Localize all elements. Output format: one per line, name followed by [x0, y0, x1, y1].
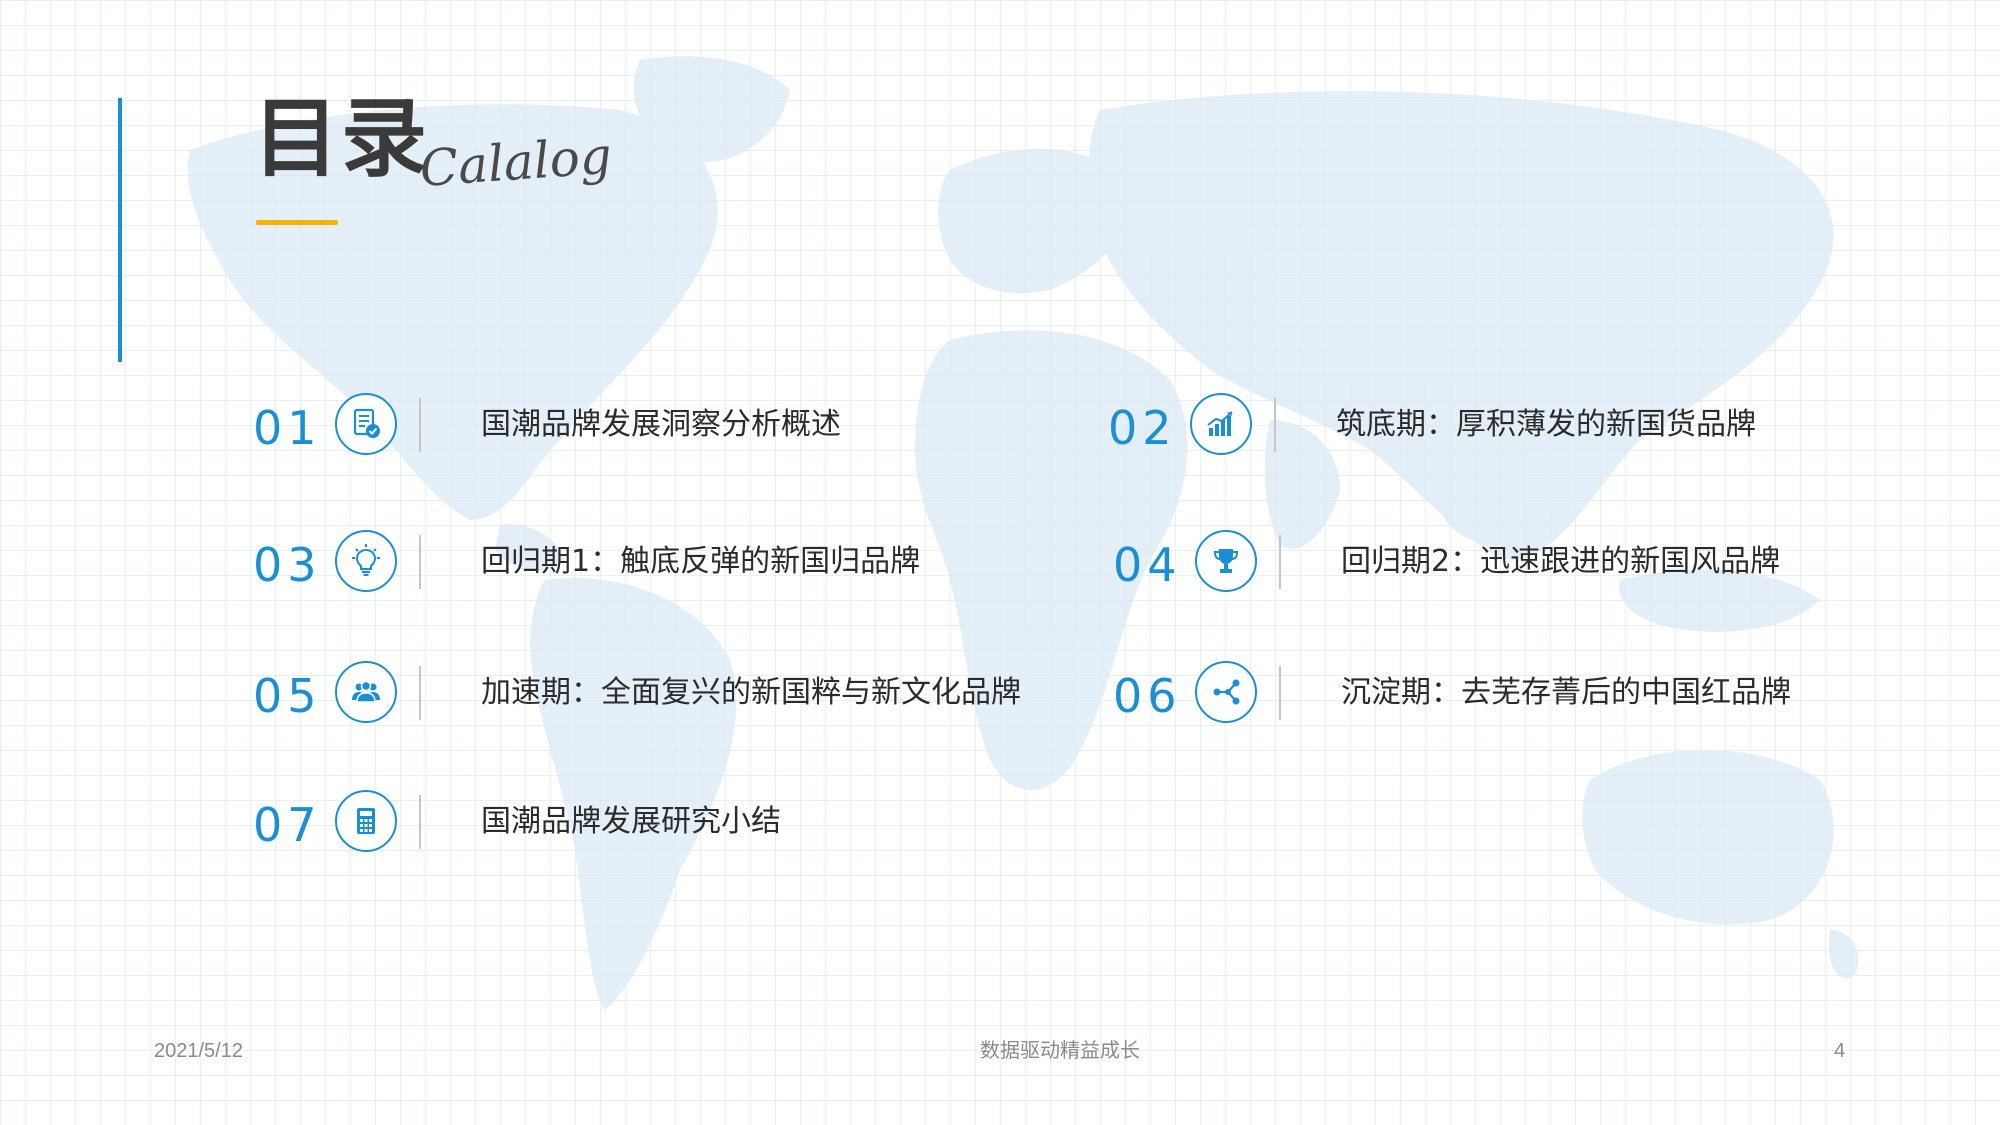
item-label: 国潮品牌发展洞察分析概述 [481, 407, 841, 442]
item-divider [419, 535, 421, 589]
item-number: 05 [253, 669, 322, 723]
growth-chart-icon [1190, 393, 1252, 455]
page-number: 4 [1834, 1040, 1846, 1062]
item-label: 筑底期：厚积薄发的新国货品牌 [1336, 407, 1756, 442]
item-number: 06 [1113, 669, 1182, 723]
item-number: 07 [253, 798, 322, 852]
item-divider [1274, 398, 1276, 452]
item-label: 回归期2：迅速跟进的新国风品牌 [1341, 544, 1781, 579]
item-label: 国潮品牌发展研究小结 [481, 804, 781, 839]
item-label: 沉淀期：去芜存菁后的中国红品牌 [1341, 675, 1791, 710]
lightbulb-icon [335, 530, 397, 592]
item-number: 01 [253, 401, 322, 455]
share-nodes-icon [1195, 661, 1257, 723]
item-divider [1279, 535, 1281, 589]
footer-date: 2021/5/12 [154, 1040, 243, 1062]
team-icon [335, 661, 397, 723]
item-number: 04 [1113, 538, 1182, 592]
footer-slogan: 数据驱动精益成长 [980, 1040, 1140, 1062]
item-divider [419, 666, 421, 720]
accent-bar [118, 98, 122, 362]
page-title: 目录 [253, 89, 429, 189]
item-divider [1279, 666, 1281, 720]
item-label: 回归期1：触底反弹的新国归品牌 [481, 544, 921, 579]
report-check-icon [335, 393, 397, 455]
item-number: 02 [1108, 401, 1177, 455]
item-divider [419, 795, 421, 849]
calculator-icon [335, 790, 397, 852]
item-number: 03 [253, 538, 322, 592]
trophy-icon [1195, 530, 1257, 592]
title-underline [256, 220, 338, 225]
item-label: 加速期：全面复兴的新国粹与新文化品牌 [481, 675, 1021, 710]
item-divider [419, 398, 421, 452]
